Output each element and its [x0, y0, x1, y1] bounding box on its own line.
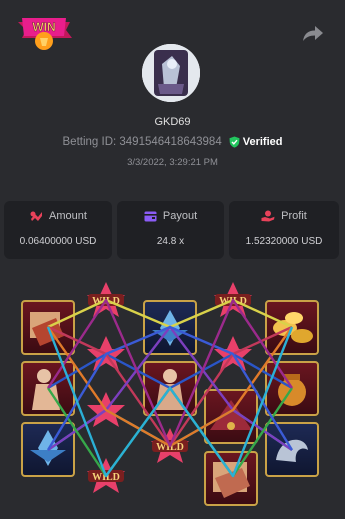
profit-label: Profit	[281, 210, 307, 222]
payout-value: 24.8 x	[156, 236, 185, 247]
wallet-icon	[144, 211, 157, 221]
betting-id-row: Betting ID: 3491546418643984 Verified	[0, 136, 345, 148]
slot-board: WILD WILD WILD WILD	[21, 282, 319, 506]
betting-id: Betting ID: 3491546418643984	[62, 136, 222, 148]
bet-datetime: 3/3/2022, 3:29:21 PM	[127, 157, 218, 168]
profit-card: Profit 1.52320000 USD	[229, 201, 339, 259]
hand-coin-icon	[261, 210, 275, 222]
payout-label: Payout	[162, 210, 198, 222]
symbol-scroll-2	[204, 451, 258, 506]
amount-card: Amount 0.06400000 USD	[4, 201, 112, 259]
avatar	[142, 44, 200, 102]
profit-value: 1.52320000 USD	[245, 236, 323, 247]
amount-label: Amount	[49, 210, 87, 222]
shield-check-icon	[229, 136, 240, 148]
amount-value: 0.06400000 USD	[19, 236, 97, 247]
username: GKD69	[154, 116, 191, 128]
verified-label: Verified	[242, 136, 283, 148]
payout-card: Payout 24.8 x	[117, 201, 224, 259]
avatar-image	[142, 44, 200, 102]
share-icon[interactable]	[302, 24, 324, 42]
win-logo: WIN	[18, 18, 72, 50]
coins-icon	[30, 211, 43, 221]
logo-text: WIN	[32, 20, 55, 34]
